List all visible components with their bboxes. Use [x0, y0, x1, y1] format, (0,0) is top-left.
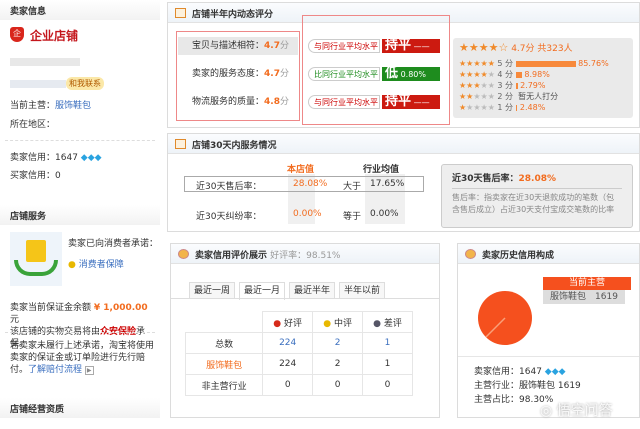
- review-panel: 卖家信用评价展示 好评率：98.51% 最近一周 最近一月 最近半年 半年以前 ● 好…: [170, 243, 440, 418]
- history-panel: 卖家历史信用构成 当前主营 服饰鞋包 1619 卖家信用：1647 ◆◆◆ 主营…: [457, 243, 640, 418]
- panel-title: 店铺30天内服务情况: [192, 141, 277, 151]
- divider: [5, 332, 155, 333]
- diamond-icon: ◆◆◆: [80, 153, 102, 163]
- col-industry-header: 行业均值: [363, 165, 400, 175]
- review-header: ● 中评: [312, 311, 364, 333]
- blurred-name: [10, 58, 80, 66]
- star-rating-icon: ★★★★☆: [459, 41, 509, 54]
- divider: [5, 140, 155, 141]
- industry-label: 主营行业：: [474, 381, 520, 391]
- deposit-amount: ¥ 1,000.00: [93, 303, 148, 313]
- rating-summary: 4.7分 共323人: [511, 44, 573, 54]
- compensation-link[interactable]: 了解赔付流程: [28, 365, 82, 375]
- panel-title: 卖家信用评价展示: [195, 251, 268, 261]
- shop-value: 28.08%: [293, 179, 328, 189]
- compare-text: 等于: [343, 212, 362, 222]
- stars-icon: ★★★★: [459, 70, 488, 79]
- credit-label: 卖家信用：: [474, 367, 520, 377]
- user-icon: [465, 249, 476, 259]
- compare-text: 大于: [343, 182, 362, 192]
- service-tooltip: 近30天售后率：28.08% 售后率：指卖家在近30天退款成功的笔数（包含售后成…: [441, 164, 633, 228]
- shop-value: 0.00%: [293, 209, 322, 219]
- industry-value: 17.65%: [370, 179, 405, 189]
- deposit-unit: 元: [10, 315, 20, 325]
- qualification-title: 店铺经营资质: [0, 398, 160, 418]
- buyer-credit: 0: [55, 171, 61, 181]
- review-header: ● 差评: [362, 311, 413, 333]
- highlight-box: [302, 15, 450, 125]
- distribution-bar: [515, 104, 518, 111]
- neutral-review-icon: ●: [323, 318, 332, 329]
- table-row: 服饰鞋包 224 2 1: [184, 353, 413, 375]
- panel-title: 店铺半年内动态评分: [192, 10, 274, 20]
- tip-value: 28.08%: [518, 174, 557, 184]
- panel-title: 卖家历史信用构成: [482, 251, 555, 261]
- main-business-link[interactable]: 服饰鞋包: [55, 101, 91, 111]
- buyer-credit-label: 买家信用：: [10, 171, 56, 181]
- distribution-row: ★★★★★ 5 分 85.76%: [459, 59, 609, 68]
- highlight-box: [176, 31, 300, 121]
- consumer-guarantee-icon: ●: [68, 260, 76, 270]
- review-header: ● 好评: [262, 311, 314, 333]
- user-icon: [178, 249, 189, 259]
- distribution-row: ★★★★★ 4 分 8.98%: [459, 70, 550, 79]
- table-row: 总数 224 2 1: [184, 332, 413, 354]
- seller-credit: 1647: [55, 153, 78, 163]
- rating-panel: 店铺半年内动态评分 宝贝与描述相符：4.7分 与同行业平均水平 持平 —— 卖家的…: [167, 2, 640, 128]
- contact-me-button[interactable]: 和我联系: [66, 77, 104, 90]
- watermark-logo: ◎ 悟空问答: [540, 403, 613, 419]
- stars-icon: ★★★: [459, 81, 481, 90]
- distribution-row: ★★★★★ 1 分 2.48%: [459, 103, 546, 112]
- callout-title: 当前主营: [543, 277, 631, 290]
- credit-value: 1647: [519, 367, 542, 377]
- deposit-text: 卖家当前保证金余额: [10, 303, 92, 313]
- review-table: ● 好评 ● 中评 ● 差评 总数 224 2 1 服饰鞋包 224 2 1 非主营行业 0 0 0: [184, 311, 413, 396]
- service-row-label: 近30天售后率：: [196, 182, 262, 192]
- tab-0[interactable]: 最近一周: [189, 282, 235, 299]
- main-business-label: 当前主营：: [10, 101, 56, 111]
- calendar-icon: [175, 8, 186, 18]
- industry-value: 服饰鞋包 1619: [519, 381, 581, 391]
- enterprise-shield-icon: 企: [10, 27, 24, 42]
- share-label: 主营占比：: [474, 395, 520, 405]
- seller-credit-label: 卖家信用：: [10, 153, 56, 163]
- distribution-bar: [515, 71, 522, 78]
- service-panel: 店铺30天内服务情况 本店值 行业均值 近30天售后率： 28.08% 大于 17.6…: [167, 133, 640, 232]
- stars-icon: ★★★★★: [459, 59, 495, 68]
- diamond-icon: ◆◆◆: [544, 367, 566, 377]
- calendar-icon: [175, 139, 186, 149]
- tip-title: 近30天售后率：: [452, 174, 519, 184]
- industry-value: 0.00%: [370, 209, 399, 219]
- consumer-guarantee-link[interactable]: 消费者保障: [79, 260, 124, 270]
- distribution-row: ★★★★★ 3 分 2.79%: [459, 81, 546, 90]
- region-label: 所在地区：: [10, 120, 56, 130]
- tip-text: 售后率：指卖家在近30天退款成功的笔数（包含售后成立）占近30天支付宝成交笔数的…: [452, 193, 615, 214]
- blurred-id: [10, 80, 66, 88]
- guarantee-bag-icon: [10, 232, 62, 286]
- tab-3[interactable]: 半年以前: [339, 282, 385, 299]
- arrow-right-icon[interactable]: ▶: [84, 366, 94, 375]
- seller-info-title: 卖家信息: [0, 0, 160, 20]
- promise-text: 卖家已向消费者承诺：: [68, 239, 159, 249]
- distribution-bar: [515, 60, 576, 67]
- callout-value: 服饰鞋包 1619: [543, 290, 625, 304]
- stars-icon: ★★: [459, 92, 474, 101]
- tab-2[interactable]: 最近半年: [289, 282, 335, 299]
- bad-review-icon: ●: [373, 318, 382, 329]
- shop-type: 企业店铺: [30, 29, 79, 43]
- service-row-label: 近30天纠纷率：: [196, 212, 262, 222]
- shop-service-title: 店铺服务: [0, 205, 160, 225]
- seller-sidebar: 卖家信息 企 企业店铺 和我联系 当前主营：服饰鞋包 所在地区： 卖家信用：16…: [0, 0, 160, 429]
- col-shop-header: 本店值: [287, 165, 315, 175]
- distribution-bar: [515, 82, 518, 89]
- good-review-icon: ●: [273, 318, 282, 329]
- rating-distribution: ★★★★☆ 4.7分 共323人 ★★★★★ 5 分 85.76% ★★★★★ 4…: [453, 38, 633, 118]
- distribution-row: ★★★★★ 2 分 暂无人打分: [459, 92, 559, 101]
- table-row: 非主营行业 0 0 0: [184, 374, 413, 396]
- good-rate: 好评率：98.51%: [270, 251, 341, 261]
- credit-pie-chart: [478, 291, 532, 345]
